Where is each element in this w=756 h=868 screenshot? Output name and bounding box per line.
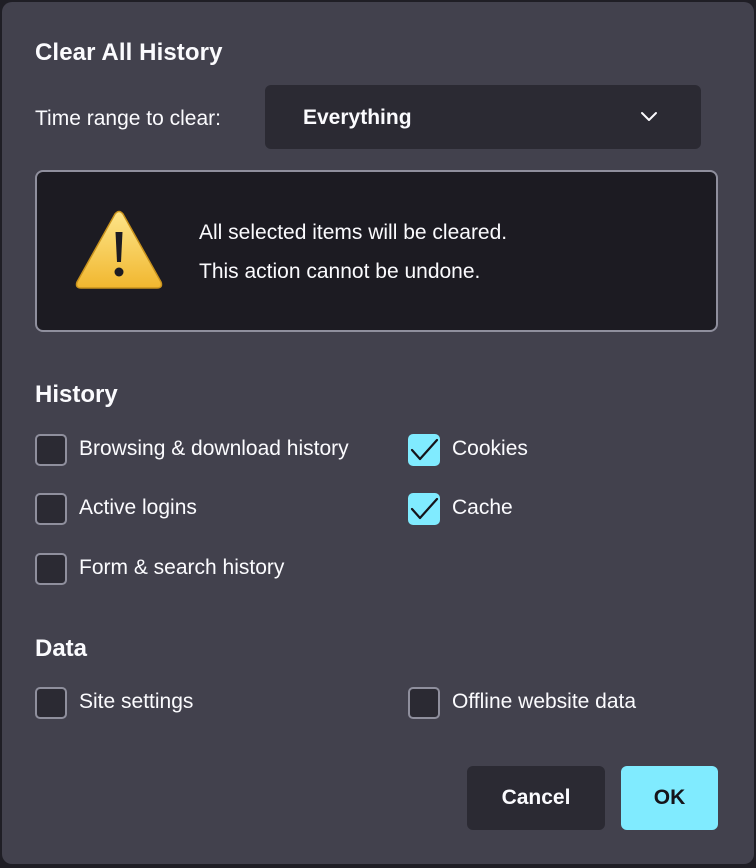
checkbox-box-checked[interactable] [408,434,440,466]
history-heading: History [35,381,118,408]
cancel-button[interactable]: Cancel [467,766,605,830]
checkbox-label: Cookies [452,437,528,460]
warning-box: All selected items will be cleared. This… [35,170,718,332]
checkbox-box[interactable] [408,687,440,719]
chevron-down-icon [641,112,657,121]
checkbox-active-logins[interactable]: Active logins [35,493,255,525]
warning-line-1: All selected items will be cleared. [199,221,508,244]
checkbox-label: Form & search history [79,556,285,579]
checkbox-label: Browsing & download history [79,437,349,460]
checkbox-site-settings[interactable]: Site settings [35,687,235,719]
checkbox-label: Offline website data [452,690,637,713]
checkmark-icon [410,438,439,461]
time-range-label: Time range to clear: [35,107,221,130]
clear-history-dialog: Clear All History Time range to clear: E… [2,2,754,864]
checkbox-cache[interactable]: Cache [408,493,568,525]
checkbox-box[interactable] [35,434,67,466]
checkbox-label: Site settings [79,690,194,713]
checkmark-icon [410,497,439,520]
time-range-select[interactable]: Everything [265,85,701,149]
checkbox-box[interactable] [35,493,67,525]
ok-button[interactable]: OK [621,766,718,830]
checkbox-cookies[interactable]: Cookies [408,434,568,466]
warning-triangle-icon [75,210,163,289]
dialog-title: Clear All History [35,39,223,66]
checkbox-box[interactable] [35,553,67,585]
checkbox-box[interactable] [35,687,67,719]
data-heading: Data [35,635,88,662]
checkbox-label: Cache [452,496,513,519]
checkbox-browsing-history[interactable]: Browsing & download history [35,434,395,466]
checkbox-box-checked[interactable] [408,493,440,525]
checkbox-form-search-history[interactable]: Form & search history [35,553,335,585]
checkbox-label: Active logins [79,496,197,519]
time-range-value: Everything [303,106,412,129]
warning-line-2: This action cannot be undone. [199,260,481,283]
checkbox-offline-website-data[interactable]: Offline website data [408,687,688,719]
